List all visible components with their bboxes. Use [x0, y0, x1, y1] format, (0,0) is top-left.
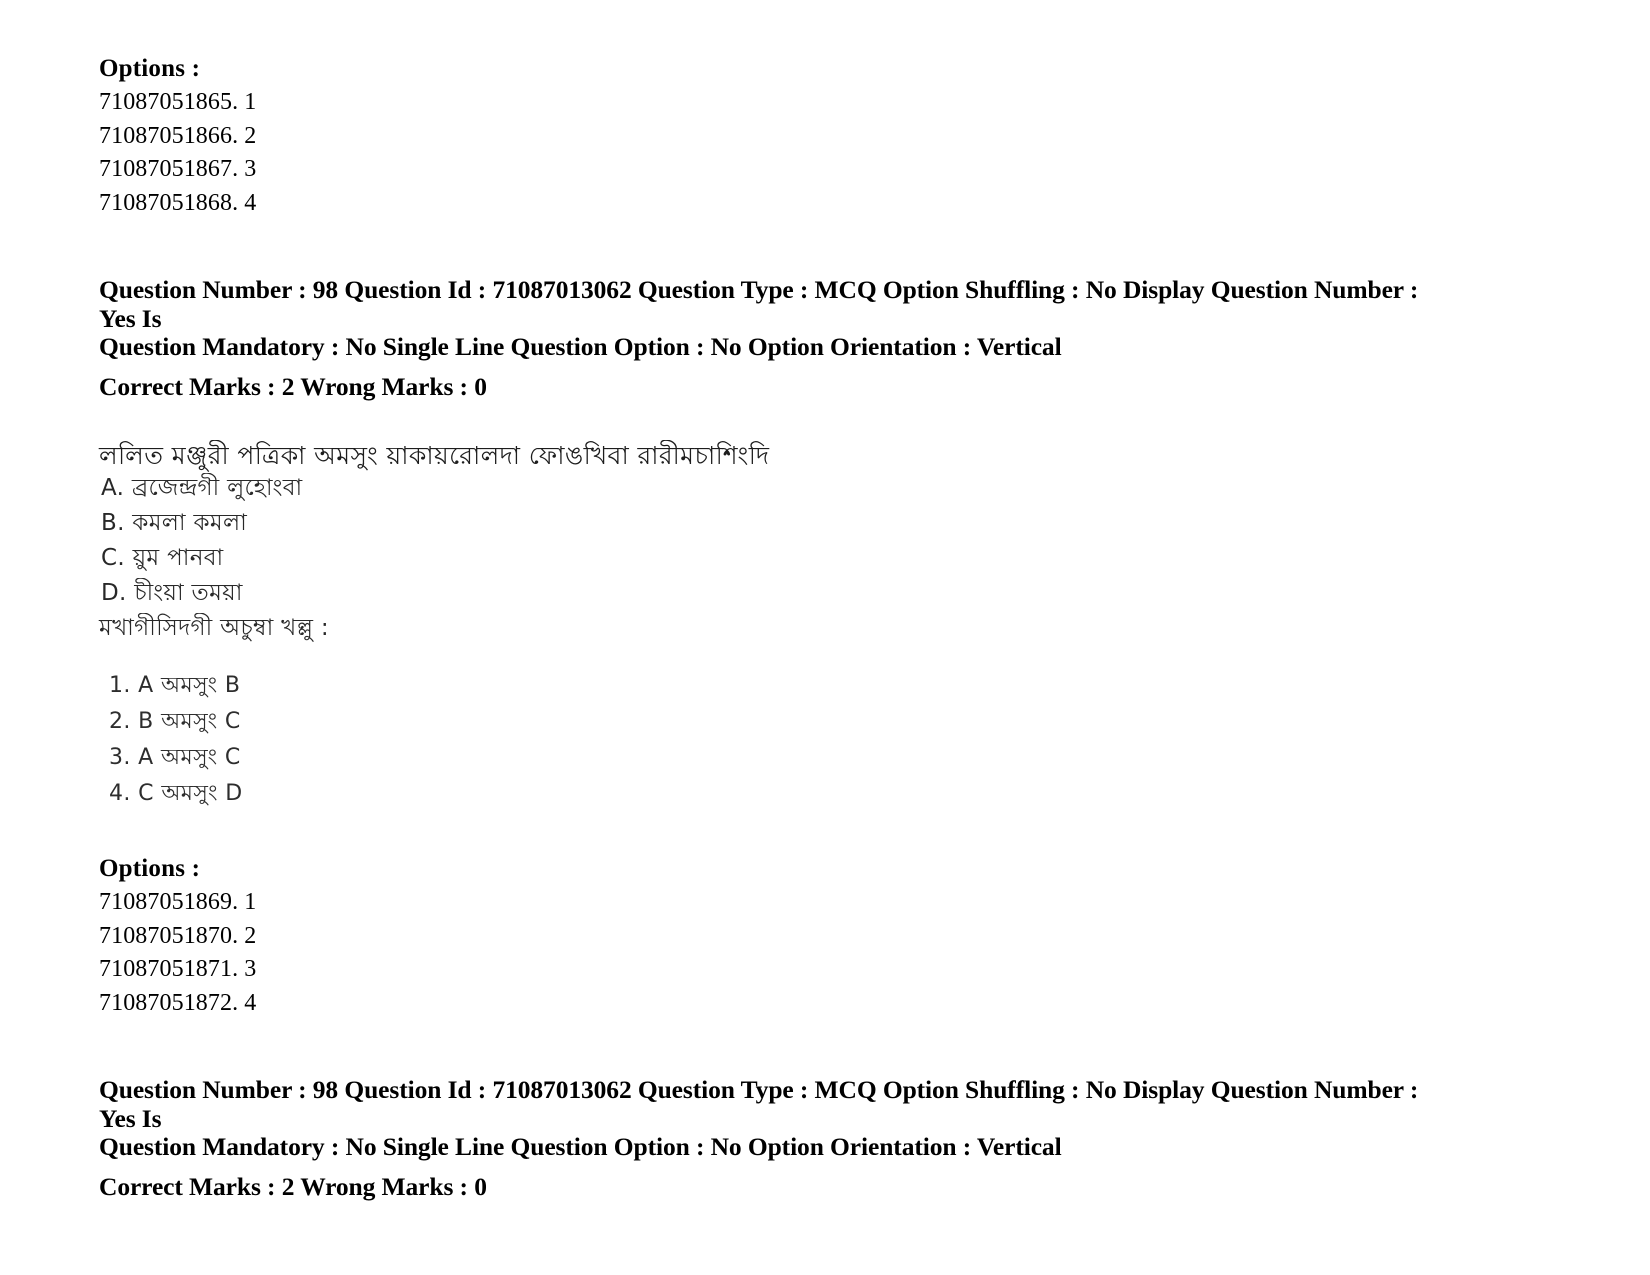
question-meta-line-1: Question Number : 98 Question Id : 71087… [99, 275, 1419, 333]
option-id-row: 71087051868. 4 [99, 189, 257, 216]
page-content: Options : 71087051865. 1 71087051866. 2 … [99, 52, 1529, 1201]
question-meta-line-2: Question Mandatory : No Single Line Ques… [99, 332, 1062, 361]
question-stem: ললিত মঞ্জুরী পত্রিকা অমসুং য়াকায়রোলদা … [99, 441, 770, 470]
question-marks-line: Correct Marks : 2 Wrong Marks : 0 [99, 1171, 487, 1201]
question-answer-2: 2. B অমসুং C [109, 709, 241, 734]
options-block-2: Options : 71087051869. 1 71087051870. 2 … [99, 852, 1529, 1020]
option-id-row: 71087051869. 1 [99, 889, 257, 915]
option-id-row: 71087051867. 3 [99, 156, 257, 182]
question-metadata-2: Question Number : 98 Question Id : 71087… [99, 1075, 1529, 1201]
option-id-row: 71087051872. 4 [99, 989, 257, 1016]
question-instruction: মখাগীসিদগী অচুম্বা খল্লু : [99, 615, 329, 641]
question-choice-d: D. চীংয়া তময়া [101, 580, 243, 606]
question-answer-4: 4. C অমসুং D [109, 781, 243, 806]
question-answer-3: 3. A অমসুং C [109, 745, 241, 770]
option-id-row: 71087051870. 2 [99, 922, 257, 949]
question-answer-1: 1. A অমসুং B [109, 673, 241, 698]
options-block-1: Options : 71087051865. 1 71087051866. 2 … [99, 52, 1529, 220]
question-marks-line: Correct Marks : 2 Wrong Marks : 0 [99, 371, 487, 401]
options-heading: Options : [99, 855, 201, 882]
option-id-row: 71087051865. 1 [99, 89, 257, 115]
question-meta-line-1: Question Number : 98 Question Id : 71087… [99, 1075, 1419, 1133]
question-meta-line-2: Question Mandatory : No Single Line Ques… [99, 1132, 1062, 1161]
document-page: Options : 71087051865. 1 71087051866. 2 … [0, 0, 1650, 1275]
question-choice-b: B. কমলা কমলা [101, 510, 248, 536]
option-id-row: 71087051871. 3 [99, 956, 257, 982]
question-body: ললিত মঞ্জুরী পত্রিকা অমসুং য়াকায়রোলদা … [99, 441, 1529, 812]
question-metadata-1: Question Number : 98 Question Id : 71087… [99, 275, 1529, 401]
options-heading: Options : [99, 55, 201, 82]
question-answer-list: 1. A অমসুং B 2. B অমসুং C 3. A অমসুং C 4… [99, 668, 1529, 812]
option-id-row: 71087051866. 2 [99, 122, 257, 149]
question-choice-a: A. ব্রজেন্দ্রগী লুহোংবা [101, 475, 303, 501]
question-choice-c: C. য়ুম পানবা [101, 545, 224, 571]
